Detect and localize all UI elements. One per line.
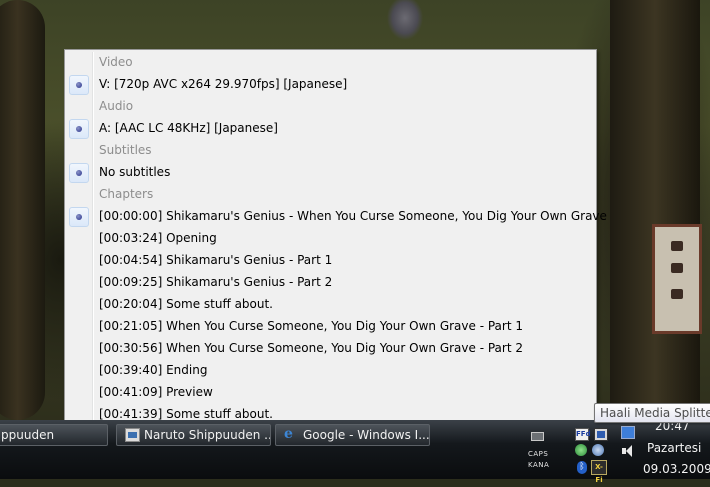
messenger-tray-icon[interactable]: [575, 444, 587, 456]
menu-section-label: Video: [99, 55, 133, 69]
menu-section-header: Chapters: [67, 184, 594, 206]
menu-section-header: Subtitles: [67, 140, 594, 162]
menu-item[interactable]: [00:09:25] Shikamaru's Genius - Part 2: [67, 272, 594, 294]
menu-item-label: No subtitles: [99, 165, 171, 179]
menu-section-header: Video: [67, 52, 594, 74]
sign-glyph: [671, 241, 683, 251]
clock-date[interactable]: 09.03.2009: [643, 462, 710, 476]
menu-item-label: A: [AAC LC 48KHz] [Japanese]: [99, 121, 278, 135]
users-tray-icon[interactable]: [592, 444, 604, 456]
menu-section-header: Audio: [67, 96, 594, 118]
ffdshow-tray-icon[interactable]: FFd: [575, 428, 591, 441]
taskbar-button-label: Google - Windows I...: [303, 428, 430, 442]
taskbar-button-label: Naruto Shippuuden ...: [144, 428, 271, 442]
radio-dot-icon: [76, 170, 82, 176]
internet-explorer-icon: e: [284, 426, 293, 442]
radio-check-icon: [69, 207, 89, 227]
radio-dot-icon: [76, 126, 82, 132]
haali-splitter-tray-icon[interactable]: [594, 428, 608, 441]
menu-item[interactable]: [00:03:24] Opening: [67, 228, 594, 250]
menu-item[interactable]: [00:04:54] Shikamaru's Genius - Part 1: [67, 250, 594, 272]
wooden-signboard: [652, 224, 702, 334]
taskbar-button-naruto[interactable]: Naruto Shippuuden ...: [116, 424, 271, 446]
radio-check-icon: [69, 119, 89, 139]
menu-item[interactable]: No subtitles: [67, 162, 594, 184]
network-tray-icon[interactable]: [621, 426, 635, 439]
menu-item[interactable]: [00:41:09] Preview: [67, 382, 594, 404]
anime-character: [380, 0, 430, 48]
radio-check-icon: [69, 163, 89, 183]
radio-check-icon: [69, 75, 89, 95]
taskbar: ppuuden Naruto Shippuuden ... e Google -…: [0, 419, 710, 484]
menu-item[interactable]: [00:00:00] Shikamaru's Genius - When You…: [67, 206, 607, 228]
menu-item-label: [00:00:00] Shikamaru's Genius - When You…: [99, 209, 607, 223]
menu-item-label: [00:21:05] When You Curse Someone, You D…: [99, 319, 523, 333]
sign-glyph: [671, 263, 683, 273]
menu-section-label: Chapters: [99, 187, 154, 201]
bluetooth-icon[interactable]: ᛒ: [577, 461, 587, 474]
menu-item-label: [00:20:04] Some stuff about.: [99, 297, 273, 311]
menu-item-label: [00:09:25] Shikamaru's Genius - Part 2: [99, 275, 333, 289]
menu-item-label: [00:30:56] When You Curse Someone, You D…: [99, 341, 523, 355]
xfi-tray-icon[interactable]: X-Fi: [591, 460, 607, 484]
menu-item-label: [00:41:09] Preview: [99, 385, 213, 399]
tree-trunk-left: [0, 0, 45, 420]
sign-glyph: [671, 289, 683, 299]
caps-lock-indicator: CAPS: [528, 450, 549, 458]
menu-section-label: Audio: [99, 99, 134, 113]
menu-item[interactable]: [00:20:04] Some stuff about.: [67, 294, 594, 316]
radio-dot-icon: [76, 82, 82, 88]
menu-item[interactable]: [00:30:56] When You Curse Someone, You D…: [67, 338, 594, 360]
taskbar-button-google[interactable]: e Google - Windows I...: [275, 424, 430, 446]
menu-item-label: V: [720p AVC x264 29.970fps] [Japanese]: [99, 77, 348, 91]
menu-item-label: [00:03:24] Opening: [99, 231, 217, 245]
clock-day[interactable]: Pazartesi: [647, 441, 701, 455]
menu-item-label: [00:41:39] Some stuff about.: [99, 407, 273, 421]
tray-tooltip: Haali Media Splitter: [594, 403, 710, 423]
menu-item[interactable]: A: [AAC LC 48KHz] [Japanese]: [67, 118, 594, 140]
menu-item-label: [00:39:40] Ending: [99, 363, 208, 377]
taskbar-button-label: ppuuden: [1, 428, 55, 442]
stream-selection-menu: Video V: [720p AVC x264 29.970fps] [Japan…: [64, 49, 607, 428]
media-player-icon: [125, 428, 140, 442]
volume-icon[interactable]: [622, 445, 634, 457]
taskbar-button-partial[interactable]: ppuuden: [0, 424, 108, 446]
radio-dot-icon: [76, 214, 82, 220]
keyboard-icon[interactable]: [531, 432, 544, 441]
menu-item[interactable]: [00:39:40] Ending: [67, 360, 594, 382]
tree-trunk-right: [610, 0, 700, 420]
menu-item-label: [00:04:54] Shikamaru's Genius - Part 1: [99, 253, 333, 267]
kana-indicator: KANA: [528, 461, 550, 469]
menu-item[interactable]: [00:21:05] When You Curse Someone, You D…: [67, 316, 594, 338]
menu-item[interactable]: V: [720p AVC x264 29.970fps] [Japanese]: [67, 74, 594, 96]
menu-section-label: Subtitles: [99, 143, 152, 157]
